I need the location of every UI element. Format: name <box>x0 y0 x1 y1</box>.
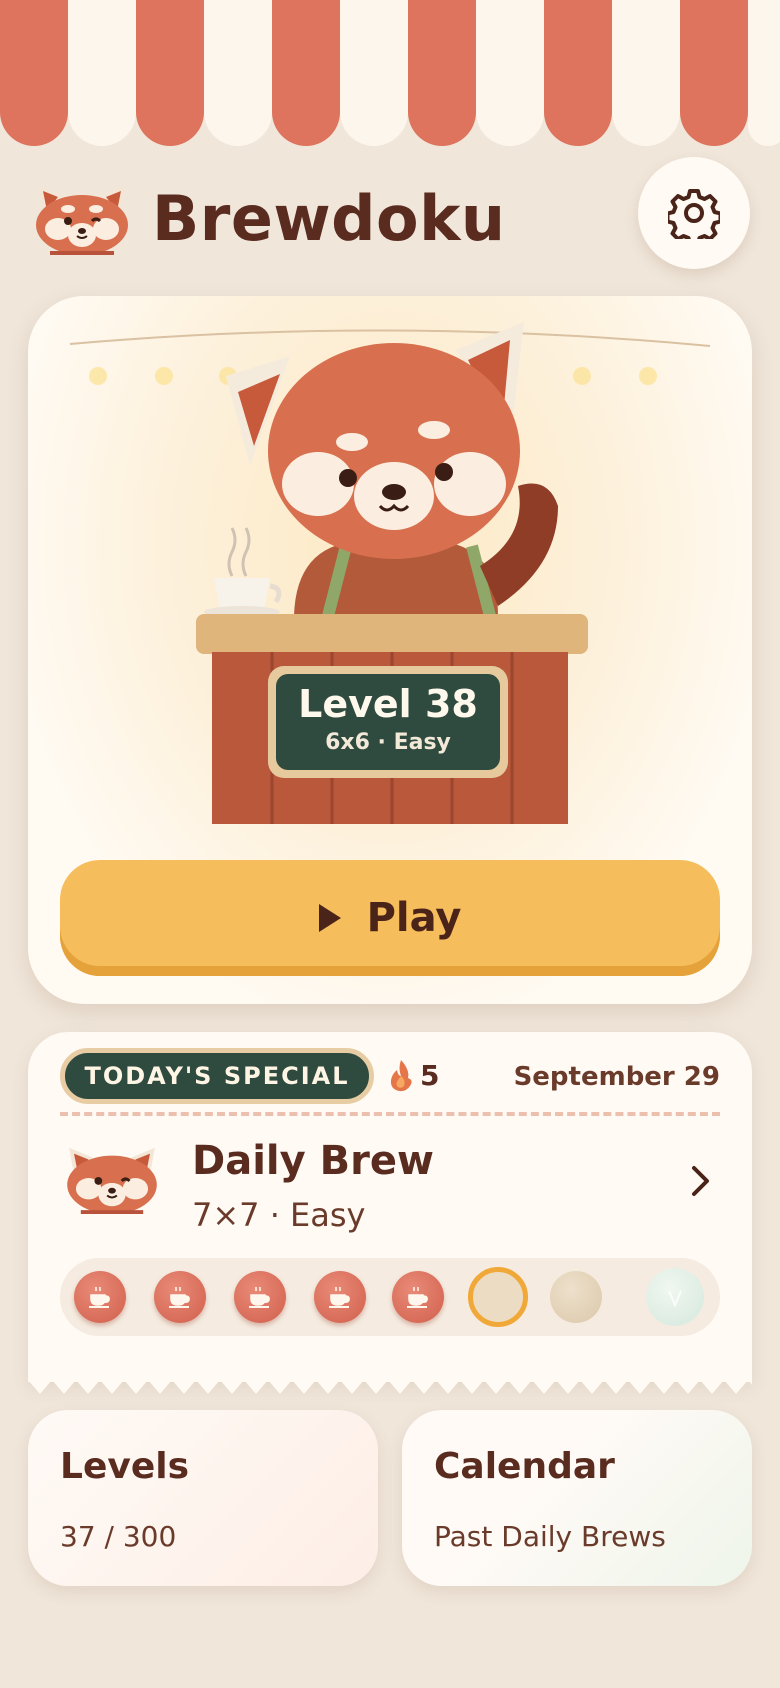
level-title: Level 38 <box>298 682 478 726</box>
dashed-divider <box>60 1112 720 1116</box>
awning-stripe <box>136 0 204 146</box>
calendar-tile[interactable]: Calendar Past Daily Brews <box>402 1410 752 1586</box>
calendar-title: Calendar <box>434 1446 615 1487</box>
awning-stripe <box>408 0 476 146</box>
coffee-cup-icon <box>89 1287 110 1308</box>
progress-cup-completed <box>314 1271 366 1323</box>
play-label: Play <box>366 895 462 941</box>
awning-decoration <box>0 0 780 146</box>
gear-icon <box>668 189 720 239</box>
coffee-cup-icon <box>407 1287 428 1308</box>
progress-cup-completed <box>234 1271 286 1323</box>
progress-cup-completed <box>74 1271 126 1323</box>
awning-stripe <box>748 0 780 146</box>
progress-cup-current <box>468 1267 528 1327</box>
play-button[interactable]: Play <box>60 860 720 976</box>
levels-progress: 37 / 300 <box>60 1520 177 1553</box>
level-subtitle: 6x6 · Easy <box>325 730 451 755</box>
check-icon <box>668 1290 682 1308</box>
hero-card: Level 38 6x6 · Easy Play <box>28 296 752 1004</box>
barista-red-panda-illustration <box>69 322 711 824</box>
progress-cup-completed <box>154 1271 206 1323</box>
todays-special-badge: TODAY'S SPECIAL <box>60 1048 374 1104</box>
coffee-cup-icon <box>169 1287 190 1308</box>
awning-stripe <box>476 0 544 146</box>
settings-button[interactable] <box>638 157 750 269</box>
levels-tile[interactable]: Levels 37 / 300 <box>28 1410 378 1586</box>
progress-cup-completed <box>392 1271 444 1323</box>
daily-progress-row <box>60 1258 720 1336</box>
app-title: Brewdoku <box>152 182 506 255</box>
awning-stripe <box>272 0 340 146</box>
play-icon <box>318 904 341 932</box>
coffee-cup-icon <box>329 1287 350 1308</box>
daily-brew-title: Daily Brew <box>192 1138 434 1184</box>
coffee-cup-icon <box>249 1287 270 1308</box>
awning-stripe <box>68 0 136 146</box>
awning-stripe <box>680 0 748 146</box>
calendar-subtitle: Past Daily Brews <box>434 1520 666 1553</box>
progress-cup-upcoming <box>550 1271 602 1323</box>
red-panda-avatar <box>67 1147 157 1215</box>
app-header: Brewdoku <box>30 157 750 272</box>
ticket-edge <box>28 1380 752 1394</box>
levels-title: Levels <box>60 1446 190 1487</box>
awning-stripe <box>612 0 680 146</box>
progress-cup-final <box>646 1268 704 1326</box>
red-panda-logo <box>36 185 128 255</box>
daily-brew-card[interactable]: TODAY'S SPECIAL 5 September 29 Daily Bre… <box>28 1032 752 1394</box>
daily-brew-subtitle: 7×7 · Easy <box>192 1196 366 1234</box>
chevron-right-icon <box>692 1166 709 1196</box>
streak-counter: 5 <box>388 1058 439 1092</box>
awning-stripe <box>0 0 68 146</box>
streak-count: 5 <box>420 1058 440 1092</box>
flame-icon <box>390 1060 412 1092</box>
awning-stripe <box>544 0 612 146</box>
daily-date: September 29 <box>513 1062 720 1092</box>
awning-stripe <box>204 0 272 146</box>
awning-stripe <box>340 0 408 146</box>
